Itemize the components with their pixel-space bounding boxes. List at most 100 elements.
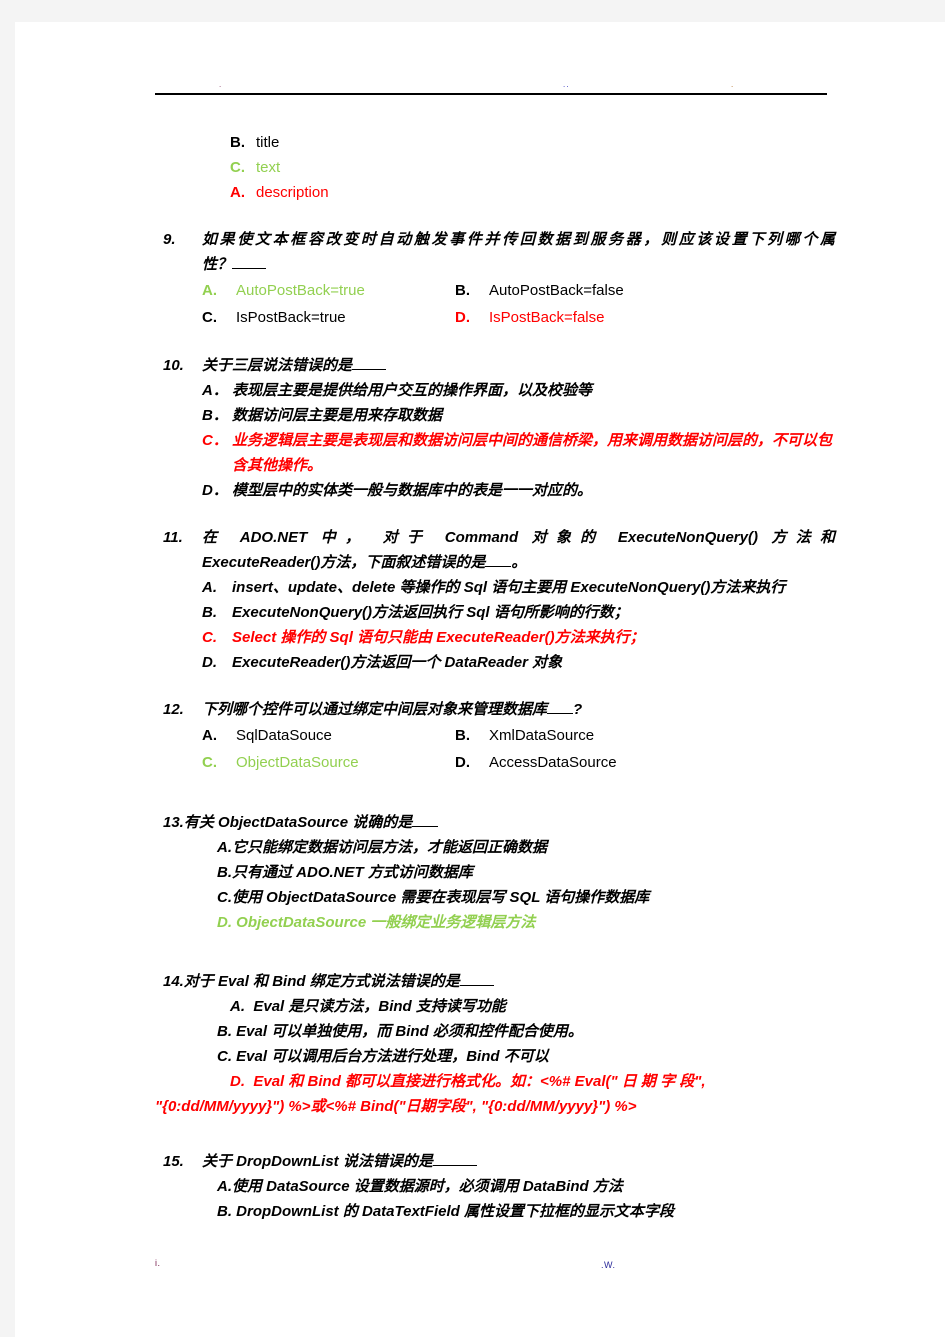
option-text: 只有通过 ADO.NET 方式访问数据库 xyxy=(232,864,473,881)
question-stem-line2: ExecuteReader()方法，下面叙述错误的是 。 xyxy=(145,550,835,575)
option-label: A. xyxy=(230,998,245,1015)
list-item: A.使用 DataSource 设置数据源时，必须调用 DataBind 方法 xyxy=(145,1174,835,1199)
list-item: B.只有通过 ADO.NET 方式访问数据库 xyxy=(145,860,835,885)
question-stem-text: 对于 Eval 和 Bind 绑定方式说法错误的是 xyxy=(183,973,460,990)
answer-blank xyxy=(432,1153,477,1166)
question-stem-tail: 。 xyxy=(511,554,527,571)
option-b: B. XmlDataSource xyxy=(455,722,594,749)
question-stem: 下列哪个控件可以通过绑定中间层对象来管理数据库? xyxy=(145,697,835,722)
question-11-options: A. insert、update、delete 等操作的 Sql 语句主要用 E… xyxy=(145,575,835,675)
question-number: 12. xyxy=(163,701,184,718)
option-label: A． xyxy=(202,382,228,399)
question-number: 13. xyxy=(163,814,184,831)
option-text: ExecuteNonQuery()方法返回执行 Sql 语句所影响的行数； xyxy=(232,604,629,621)
list-item: D. ObjectDataSource 一般绑定业务逻辑层方法 xyxy=(145,910,835,935)
list-item: A. description xyxy=(145,180,835,205)
question-stem-text: 有关 ObjectDataSource 说确的是 xyxy=(183,814,413,831)
question-number: 9. xyxy=(163,231,176,248)
option-label: C. xyxy=(230,159,245,176)
option-text: IsPostBack=true xyxy=(236,309,346,326)
option-label: C. xyxy=(202,309,217,326)
option-text: AccessDataSource xyxy=(489,754,617,771)
option-text: ObjectDataSource 一般绑定业务逻辑层方法 xyxy=(236,914,536,931)
list-item: B. title xyxy=(145,130,835,155)
list-item: C. Select 操作的 Sql 语句只能由 ExecuteReader()方… xyxy=(145,625,835,650)
question-stem: 如果使文本框容改变时自动触发事件并传回数据到服务器，则应该设置下列哪个属 xyxy=(202,231,835,248)
page-footer: i. .W. xyxy=(145,1250,835,1290)
option-label: C. xyxy=(217,889,232,906)
option-label: C. xyxy=(202,629,217,646)
option-text: SqlDataSouce xyxy=(236,727,332,744)
option-label: A. xyxy=(217,1178,232,1195)
list-item: C． 业务逻辑层主要是表现层和数据访问层中间的通信桥梁，用来调用数据访问层的，不… xyxy=(145,428,835,478)
question-10-options: A． 表现层主要是提供给用户交互的操作界面，以及校验等 B． 数据访问层主要是用… xyxy=(145,378,835,503)
document-page: . .. . B. title C. text A. description 9… xyxy=(15,22,945,1337)
option-label: B. xyxy=(230,134,245,151)
orphan-option-list: B. title C. text A. description xyxy=(145,130,835,205)
option-text: 数据访问层主要是用来存取数据 xyxy=(232,407,443,424)
option-row: A. AutoPostBack=true B. AutoPostBack=fal… xyxy=(145,277,835,304)
option-b: B. AutoPostBack=false xyxy=(455,277,624,304)
option-row: C. ObjectDataSource D. AccessDataSource xyxy=(145,749,835,776)
question-13-options: A.它只能绑定数据访问层方法，才能返回正确数据 B.只有通过 ADO.NET 方… xyxy=(145,835,835,935)
option-text: Eval 可以单独使用，而 Bind 必须和控件配合使用。 xyxy=(236,1023,583,1040)
option-text: AutoPostBack=true xyxy=(236,282,365,299)
answer-blank xyxy=(547,701,574,714)
option-label: A. xyxy=(202,282,217,299)
question-12: 12. 下列哪个控件可以通过绑定中间层对象来管理数据库? xyxy=(145,697,835,722)
option-label: B. xyxy=(455,282,470,299)
question-14-options: A. Eval 是只读方法，Bind 支持读写功能 B. Eval 可以单独使用… xyxy=(145,994,835,1119)
list-item: D. ExecuteReader()方法返回一个 DataReader 对象 xyxy=(145,650,835,675)
option-text: DropDownList 的 DataTextField 属性设置下拉框的显示文… xyxy=(236,1203,674,1220)
answer-blank xyxy=(412,814,439,827)
option-label: C． xyxy=(202,432,228,449)
question-stem: 在 ADO.NET 中， 对于 Command 对象的 ExecuteNonQu… xyxy=(202,529,835,546)
option-label: D. xyxy=(455,309,470,326)
option-c: C. IsPostBack=true xyxy=(202,304,346,331)
option-label: D. xyxy=(202,654,217,671)
list-item: C.使用 ObjectDataSource 需要在表现层写 SQL 语句操作数据… xyxy=(145,885,835,910)
list-item-d: D. Eval 和 Bind 都可以直接进行格式化。如：<%# Eval(" 日… xyxy=(145,1069,835,1094)
header-rule xyxy=(155,93,827,95)
option-text: 它只能绑定数据访问层方法，才能返回正确数据 xyxy=(232,839,548,856)
option-label: D. xyxy=(230,1073,245,1090)
option-text: XmlDataSource xyxy=(489,727,595,744)
question-15: 15. 关于 DropDownList 说法错误的是 xyxy=(145,1149,835,1174)
option-label: B. xyxy=(217,864,232,881)
option-text: ObjectDataSource xyxy=(236,754,359,771)
question-stem-text: 下列哪个控件可以通过绑定中间层对象来管理数据库 xyxy=(202,701,548,718)
option-text: 使用 DataSource 设置数据源时，必须调用 DataBind 方法 xyxy=(232,1178,623,1195)
question-stem-text: 关于 DropDownList 说法错误的是 xyxy=(202,1153,433,1170)
option-d-continuation: "{0:dd/MM/yyyy}") %>或<%# Bind("日期字段", "{… xyxy=(155,1098,637,1115)
list-item: C. text xyxy=(145,155,835,180)
option-row: A. SqlDataSouce B. XmlDataSource xyxy=(145,722,835,749)
question-stem: 14.对于 Eval 和 Bind 绑定方式说法错误的是 xyxy=(145,969,835,994)
option-label: A. xyxy=(202,727,217,744)
option-label: B. xyxy=(217,1023,232,1040)
option-text: 业务逻辑层主要是表现层和数据访问层中间的通信桥梁，用来调用数据访问层的，不可以包… xyxy=(232,432,833,474)
header-mark-2: .. xyxy=(563,80,570,89)
question-stem-tail: ? xyxy=(573,701,583,718)
option-label: B. xyxy=(217,1203,237,1220)
document-content: . .. . B. title C. text A. description 9… xyxy=(145,80,835,1224)
question-number: 14. xyxy=(163,973,184,990)
list-item: A． 表现层主要是提供给用户交互的操作界面，以及校验等 xyxy=(145,378,835,403)
list-item: D． 模型层中的实体类一般与数据库中的表是一一对应的。 xyxy=(145,478,835,503)
option-text: 模型层中的实体类一般与数据库中的表是一一对应的。 xyxy=(232,482,593,499)
option-text: IsPostBack=false xyxy=(489,309,605,326)
list-item: A. Eval 是只读方法，Bind 支持读写功能 xyxy=(145,994,835,1019)
header-mark-3: . xyxy=(731,80,735,89)
question-number: 15. xyxy=(163,1153,184,1170)
question-stem-line2-text: ExecuteReader()方法，下面叙述错误的是 xyxy=(202,554,486,571)
question-number: 11. xyxy=(163,529,183,546)
option-c: C. ObjectDataSource xyxy=(202,749,359,776)
list-item: B． 数据访问层主要是用来存取数据 xyxy=(145,403,835,428)
question-12-options: A. SqlDataSouce B. XmlDataSource C. Obje… xyxy=(145,722,835,776)
option-label: A. xyxy=(230,184,245,201)
question-stem-line2: 性？ xyxy=(145,252,835,277)
list-item: A.它只能绑定数据访问层方法，才能返回正确数据 xyxy=(145,835,835,860)
answer-blank xyxy=(352,357,387,370)
option-text: Eval 可以调用后台方法进行处理，Bind 不可以 xyxy=(236,1048,549,1065)
option-label: D. xyxy=(455,754,470,771)
option-d: D. AccessDataSource xyxy=(455,749,617,776)
